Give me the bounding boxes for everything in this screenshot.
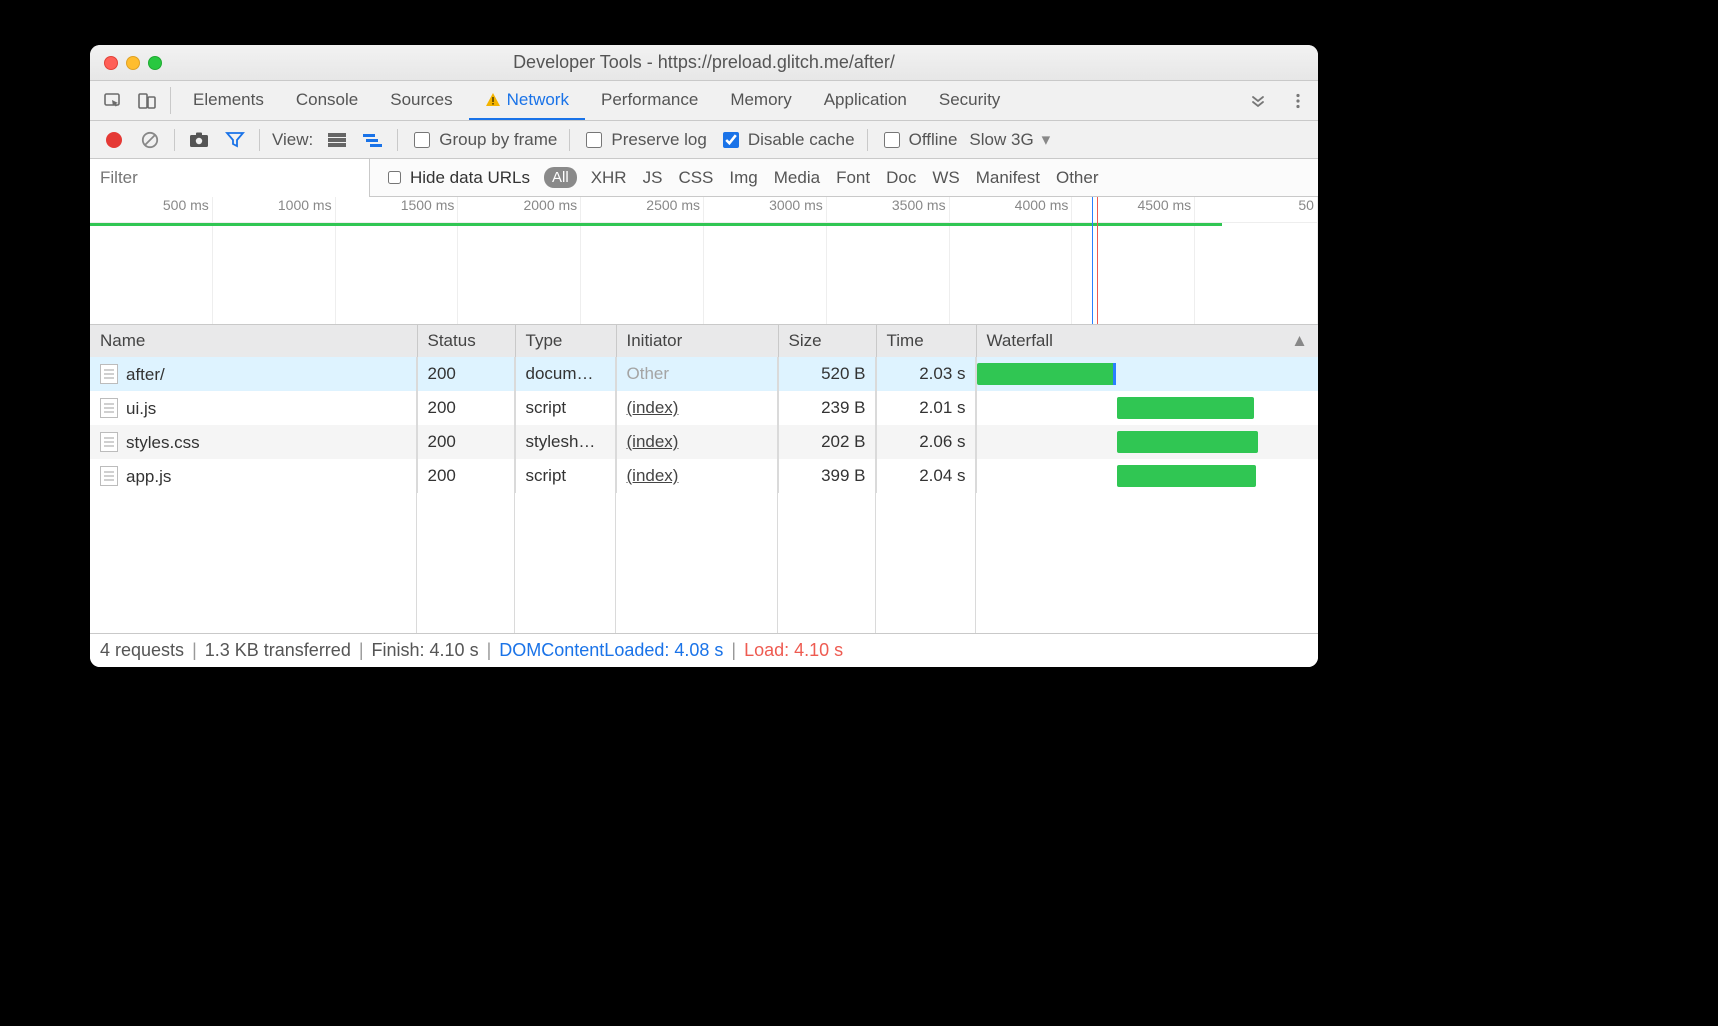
column-header-name[interactable]: Name <box>90 325 417 358</box>
file-icon <box>100 466 118 486</box>
tab-elements[interactable]: Elements <box>177 81 280 120</box>
filter-type-other[interactable]: Other <box>1056 168 1099 188</box>
filter-bar: Hide data URLs All XHR JS CSS Img Media Font D… <box>90 159 1318 197</box>
record-button[interactable] <box>102 128 126 152</box>
more-tabs-icon[interactable] <box>1238 81 1278 120</box>
filter-icon[interactable] <box>223 128 247 152</box>
filter-type-js[interactable]: JS <box>643 168 663 188</box>
overview-tick: 50 <box>1195 197 1318 222</box>
waterfall-bar[interactable] <box>977 363 1116 385</box>
clear-icon[interactable] <box>138 128 162 152</box>
filter-input[interactable] <box>90 159 370 197</box>
offline-checkbox[interactable]: Offline <box>880 129 958 151</box>
kebab-menu-icon[interactable] <box>1278 81 1318 120</box>
large-rows-icon[interactable] <box>325 128 349 152</box>
network-toolbar: View: Group by frame Preserve log Disabl… <box>90 121 1318 159</box>
column-header-type[interactable]: Type <box>515 325 616 358</box>
window-title: Developer Tools - https://preload.glitch… <box>90 52 1318 73</box>
sort-indicator-icon: ▲ <box>1291 331 1308 351</box>
chevron-down-icon: ▾ <box>1042 130 1051 150</box>
throttling-dropdown[interactable]: Slow 3G ▾ <box>969 130 1050 150</box>
network-table: NameStatusTypeInitiatorSizeTimeWaterfall… <box>90 325 1318 358</box>
initiator-link[interactable]: (index) <box>627 432 679 451</box>
minimize-window-button[interactable] <box>126 56 140 70</box>
waterfall-bar[interactable] <box>1117 431 1258 453</box>
filter-type-font[interactable]: Font <box>836 168 870 188</box>
overview-tick: 3000 ms <box>704 197 827 222</box>
status-bar: 4 requests | 1.3 KB transferred | Finish… <box>90 633 1318 667</box>
overview-tick: 2500 ms <box>581 197 704 222</box>
waterfall-bar[interactable] <box>1117 465 1257 487</box>
tab-sources[interactable]: Sources <box>374 81 468 120</box>
column-header-status[interactable]: Status <box>417 325 515 358</box>
overview-tick: 1000 ms <box>213 197 336 222</box>
preserve-log-checkbox[interactable]: Preserve log <box>582 129 706 151</box>
column-header-initiator[interactable]: Initiator <box>616 325 778 358</box>
table-row[interactable]: ui.js200script(index)239 B2.01 s <box>90 391 1318 425</box>
file-icon <box>100 364 118 384</box>
table-row[interactable]: after/200docum…Other520 B2.03 s <box>90 357 1318 391</box>
overview-tick: 3500 ms <box>827 197 950 222</box>
toggle-device-toolbar-icon[interactable] <box>130 81 164 120</box>
network-overview[interactable]: 500 ms1000 ms1500 ms2000 ms2500 ms3000 m… <box>90 197 1318 325</box>
waterfall-bar[interactable] <box>1117 397 1254 419</box>
devtools-window: Developer Tools - https://preload.glitch… <box>90 45 1318 667</box>
status-load: Load: 4.10 s <box>744 640 843 661</box>
capture-screenshots-icon[interactable] <box>187 128 211 152</box>
filter-type-media[interactable]: Media <box>774 168 820 188</box>
overview-tick: 2000 ms <box>458 197 581 222</box>
waterfall-finish-marker <box>1113 363 1116 385</box>
inspect-element-icon[interactable] <box>96 81 130 120</box>
initiator-link[interactable]: (index) <box>627 398 679 417</box>
tab-memory[interactable]: Memory <box>714 81 807 120</box>
group-by-frame-checkbox[interactable]: Group by frame <box>410 129 557 151</box>
dcl-marker <box>1092 197 1093 324</box>
overview-tick: 500 ms <box>90 197 213 222</box>
window-titlebar: Developer Tools - https://preload.glitch… <box>90 45 1318 81</box>
status-finish: Finish: 4.10 s <box>372 640 479 661</box>
filter-type-xhr[interactable]: XHR <box>591 168 627 188</box>
file-icon <box>100 432 118 452</box>
filter-type-all[interactable]: All <box>544 167 577 188</box>
initiator-link[interactable]: (index) <box>627 466 679 485</box>
status-dcl: DOMContentLoaded: 4.08 s <box>499 640 723 661</box>
overview-tick: 1500 ms <box>336 197 459 222</box>
filter-type-doc[interactable]: Doc <box>886 168 916 188</box>
overview-tick: 4500 ms <box>1072 197 1195 222</box>
column-header-size[interactable]: Size <box>778 325 876 358</box>
filter-type-img[interactable]: Img <box>729 168 757 188</box>
overview-activity-line <box>90 223 1222 226</box>
filter-type-manifest[interactable]: Manifest <box>976 168 1040 188</box>
table-row[interactable]: styles.css200stylesh…(index)202 B2.06 s <box>90 425 1318 459</box>
tab-security[interactable]: Security <box>923 81 1016 120</box>
column-header-time[interactable]: Time <box>876 325 976 358</box>
zoom-window-button[interactable] <box>148 56 162 70</box>
status-transferred: 1.3 KB transferred <box>205 640 351 661</box>
close-window-button[interactable] <box>104 56 118 70</box>
overview-tick: 4000 ms <box>950 197 1073 222</box>
load-marker <box>1097 197 1098 324</box>
table-row[interactable]: app.js200script(index)399 B2.04 s <box>90 459 1318 493</box>
overview-icon[interactable] <box>361 128 385 152</box>
warning-icon <box>485 92 501 108</box>
network-table-body[interactable]: after/200docum…Other520 B2.03 sui.js200s… <box>90 357 1318 633</box>
file-icon <box>100 398 118 418</box>
filter-type-ws[interactable]: WS <box>932 168 959 188</box>
column-header-waterfall[interactable]: Waterfall▲ <box>976 325 1318 358</box>
tab-network[interactable]: Network <box>469 81 585 120</box>
filter-type-css[interactable]: CSS <box>678 168 713 188</box>
tabstrip-divider <box>170 87 171 114</box>
hide-data-urls-checkbox[interactable]: Hide data URLs <box>384 168 530 188</box>
status-requests: 4 requests <box>100 640 184 661</box>
window-traffic-lights <box>90 56 162 70</box>
tab-application[interactable]: Application <box>808 81 923 120</box>
view-label: View: <box>272 130 313 150</box>
panel-tabstrip: ElementsConsoleSourcesNetworkPerformance… <box>90 81 1318 121</box>
disable-cache-checkbox[interactable]: Disable cache <box>719 129 855 151</box>
tab-console[interactable]: Console <box>280 81 374 120</box>
tab-performance[interactable]: Performance <box>585 81 714 120</box>
